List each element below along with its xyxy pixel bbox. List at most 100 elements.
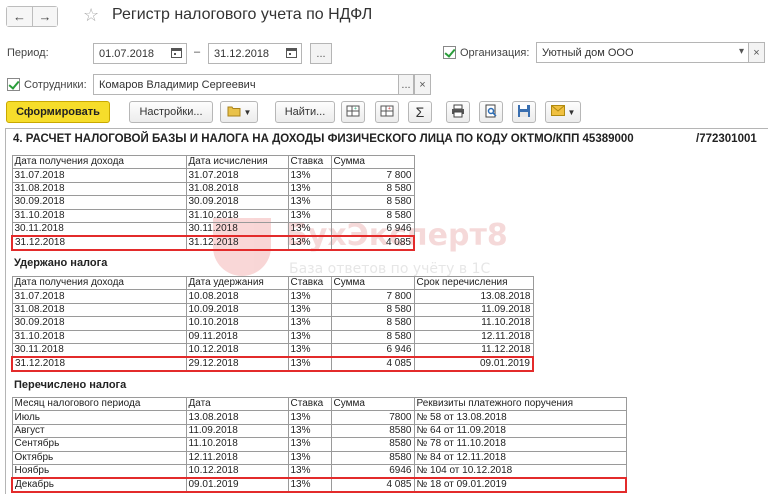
table-cell: 10.10.2018	[185, 316, 289, 331]
table-cell: 13%	[287, 450, 332, 465]
table-row: Август 11.09.2018 13% 8580 № 64 от 11.09.201…	[11, 423, 627, 439]
table-cell: 30.09.2018	[11, 195, 187, 210]
table-cell: 11.09.2018	[185, 423, 289, 439]
print-button[interactable]	[446, 101, 470, 123]
organization-label: Организация:	[460, 47, 530, 59]
collapse-groups-button[interactable]: +	[375, 101, 399, 123]
table-cell: 09.01.2019	[413, 355, 534, 372]
table-cell: 8 580	[330, 316, 415, 331]
nav-buttons: ← →	[6, 6, 58, 27]
table-cell: 13%	[287, 302, 332, 318]
expand-groups-button[interactable]: +	[341, 101, 365, 123]
employees-checkbox[interactable]	[7, 78, 20, 91]
find-button[interactable]: Найти...	[275, 101, 335, 123]
employees-field[interactable]: Комаров Владимир Сергеевич	[93, 74, 399, 95]
preview-button[interactable]	[479, 101, 503, 123]
organization-value: Уютный дом ООО	[542, 47, 634, 59]
table-cell: 13%	[287, 410, 332, 425]
table-row: 31.12.2018 31.12.2018 13% 4 085	[11, 234, 415, 251]
table-cell: 31.08.2018	[11, 181, 187, 197]
table-cell: 10.12.2018	[185, 463, 289, 479]
table-cell: Сентябрь	[11, 437, 187, 452]
table-cell: 8 580	[330, 302, 415, 318]
forward-button[interactable]: →	[32, 7, 57, 26]
chevron-down-icon: ▼	[567, 107, 576, 117]
table-cell: 31.12.2018	[11, 234, 187, 251]
table-cell: 6 946	[330, 221, 415, 237]
period-from-value: 01.07.2018	[99, 48, 155, 60]
table-cell: 31.10.2018	[11, 208, 187, 223]
employees-select-button[interactable]: ...	[398, 74, 414, 95]
table-cell: 31.08.2018	[11, 302, 187, 318]
table-cell: 13%	[287, 342, 332, 358]
table-cell: 12.11.2018	[185, 450, 289, 465]
table-cell: 11.12.2018	[413, 342, 534, 358]
table-cell: 7 800	[330, 168, 415, 183]
table-cell: 6946	[330, 463, 415, 479]
organization-field[interactable]: Уютный дом ООО ▾	[536, 42, 749, 63]
table-cell: 31.12.2018	[11, 355, 187, 372]
table-cell: № 78 от 11.10.2018	[413, 437, 627, 452]
sum-button[interactable]: Σ	[408, 101, 432, 123]
table-cell: 31.10.2018	[185, 208, 289, 223]
column-header: Дата получения дохода	[11, 275, 187, 291]
table-cell: Декабрь	[11, 476, 187, 493]
column-header: Дата получения дохода	[11, 154, 187, 170]
organization-checkbox[interactable]	[443, 46, 456, 59]
table-cell: 10.12.2018	[185, 342, 289, 358]
table-row: 30.09.2018 10.10.2018 13% 8 580 11.10.2018	[11, 316, 534, 331]
column-header: Дата удержания	[185, 275, 289, 291]
variant-button[interactable]: ▼	[220, 101, 258, 123]
table-cell: 09.01.2019	[185, 476, 289, 493]
back-button[interactable]: ←	[7, 7, 32, 26]
table-cell: 13%	[287, 316, 332, 331]
table-row: 31.10.2018 09.11.2018 13% 8 580 12.11.2018	[11, 329, 534, 344]
transferred-table: Месяц налогового периода Дата Ставка Сумма Р…	[11, 396, 627, 493]
table-cell: № 18 от 09.01.2019	[413, 476, 627, 493]
table-cell: 12.11.2018	[413, 329, 534, 344]
table-cell: 8580	[330, 423, 415, 439]
settings-button[interactable]: Настройки...	[129, 101, 213, 123]
employees-clear-button[interactable]: ×	[414, 74, 431, 95]
table-cell: 13%	[287, 181, 332, 197]
folder-icon	[227, 105, 241, 120]
column-header: Ставка	[287, 154, 332, 170]
calendar-icon[interactable]	[171, 47, 182, 61]
table-cell: 13%	[287, 329, 332, 344]
table-cell: 13%	[287, 221, 332, 237]
table-cell: 31.12.2018	[185, 234, 289, 251]
table-cell: 30.09.2018	[11, 316, 187, 331]
table-cell: № 84 от 12.11.2018	[413, 450, 627, 465]
transferred-section-title: Перечислено налога	[14, 379, 127, 391]
generate-button[interactable]: Сформировать	[6, 101, 110, 123]
table-row: 31.12.2018 29.12.2018 13% 4 085 09.01.2019	[11, 355, 534, 372]
window-title: Регистр налогового учета по НДФЛ	[112, 6, 373, 23]
table-cell: 4 085	[330, 355, 415, 372]
period-to-field[interactable]: 31.12.2018	[208, 43, 302, 64]
send-email-button[interactable]: ▼	[545, 101, 581, 123]
star-icon[interactable]: ☆	[83, 5, 99, 26]
chevron-down-icon[interactable]: ▾	[739, 46, 744, 57]
table-cell: 13%	[287, 355, 332, 372]
sigma-icon: Σ	[415, 104, 425, 120]
table-cell: 4 085	[330, 476, 415, 493]
table-cell: 13%	[287, 463, 332, 479]
table-cell: 31.07.2018	[185, 168, 289, 183]
employees-label: Сотрудники:	[24, 79, 87, 91]
table-row: Июль 13.08.2018 13% 7800 № 58 от 13.08.2018	[11, 410, 627, 425]
employees-value: Комаров Владимир Сергеевич	[99, 79, 256, 91]
column-header: Месяц налогового периода	[11, 396, 187, 412]
column-header: Дата исчисления	[185, 154, 289, 170]
withheld-table: Дата получения дохода Дата удержания Ставк…	[11, 275, 534, 372]
period-from-field[interactable]: 01.07.2018	[93, 43, 187, 64]
calendar-icon[interactable]	[286, 47, 297, 61]
print-preview-icon	[484, 104, 498, 121]
chevron-down-icon: ▼	[243, 107, 252, 117]
organization-clear-button[interactable]: ×	[748, 42, 765, 63]
period-select-button[interactable]: ...	[310, 43, 332, 64]
table-cell: 8580	[330, 450, 415, 465]
table-row: 31.08.2018 31.08.2018 13% 8 580	[11, 181, 415, 197]
table-cell: 7800	[330, 410, 415, 425]
save-button[interactable]	[512, 101, 536, 123]
table-cell: Октябрь	[11, 450, 187, 465]
